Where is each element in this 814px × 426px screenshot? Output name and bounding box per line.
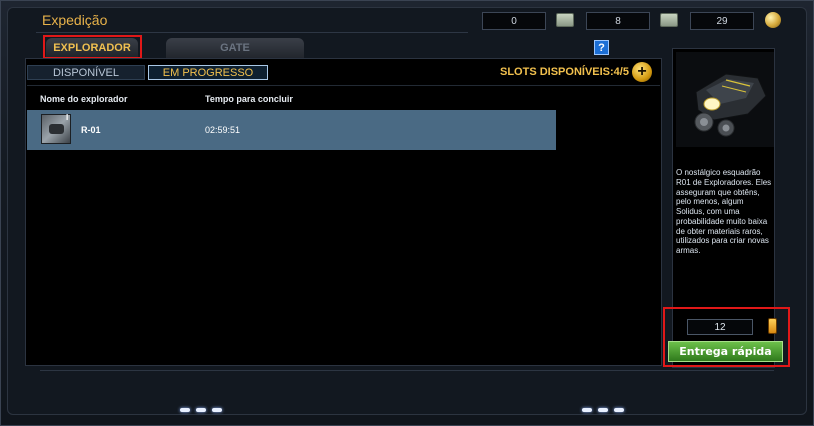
fuel-icon (768, 318, 777, 334)
column-header-name: Nome do explorador (40, 94, 128, 104)
tab-gate[interactable]: GATE (166, 38, 304, 58)
panel-divider (27, 85, 660, 86)
quick-delivery-button[interactable]: Entrega rápida (668, 341, 783, 362)
currency-box-1: 0 (482, 12, 546, 30)
explorer-vehicle-image (676, 52, 774, 147)
table-row[interactable]: I R-01 02:59:51 (27, 110, 556, 150)
frame-lights-left (180, 408, 222, 416)
help-icon[interactable]: ? (594, 40, 609, 55)
frame-lights-right (582, 408, 624, 416)
bottom-frame (40, 370, 774, 382)
explorer-name: R-01 (81, 125, 101, 135)
add-icon[interactable]: + (632, 62, 652, 82)
quantity-field: 12 (687, 319, 753, 335)
currency-box-3: 29 (690, 12, 754, 30)
window-title: Expedição (42, 12, 108, 28)
slots-available-label: SLOTS DISPONÍVEIS:4/5 (500, 66, 629, 78)
tab-explorador-highlight (43, 35, 142, 59)
explorer-vehicle-icon (694, 73, 767, 137)
ticket-icon (660, 13, 678, 27)
coin-icon (765, 12, 781, 28)
currency-box-2: 8 (586, 12, 650, 30)
explorer-description: O nostálgico esquadrão R01 de Explorador… (676, 168, 772, 255)
explorer-level: I (66, 113, 69, 122)
ticket-icon (556, 13, 574, 27)
subtab-disponivel[interactable]: DISPONÍVEL (27, 65, 145, 80)
subtab-em-progresso[interactable]: EM PROGRESSO (148, 65, 268, 80)
explorer-list-panel (25, 58, 662, 366)
explorer-time-remaining: 02:59:51 (205, 125, 241, 135)
title-divider (36, 32, 468, 33)
column-header-time: Tempo para concluir (205, 94, 293, 104)
